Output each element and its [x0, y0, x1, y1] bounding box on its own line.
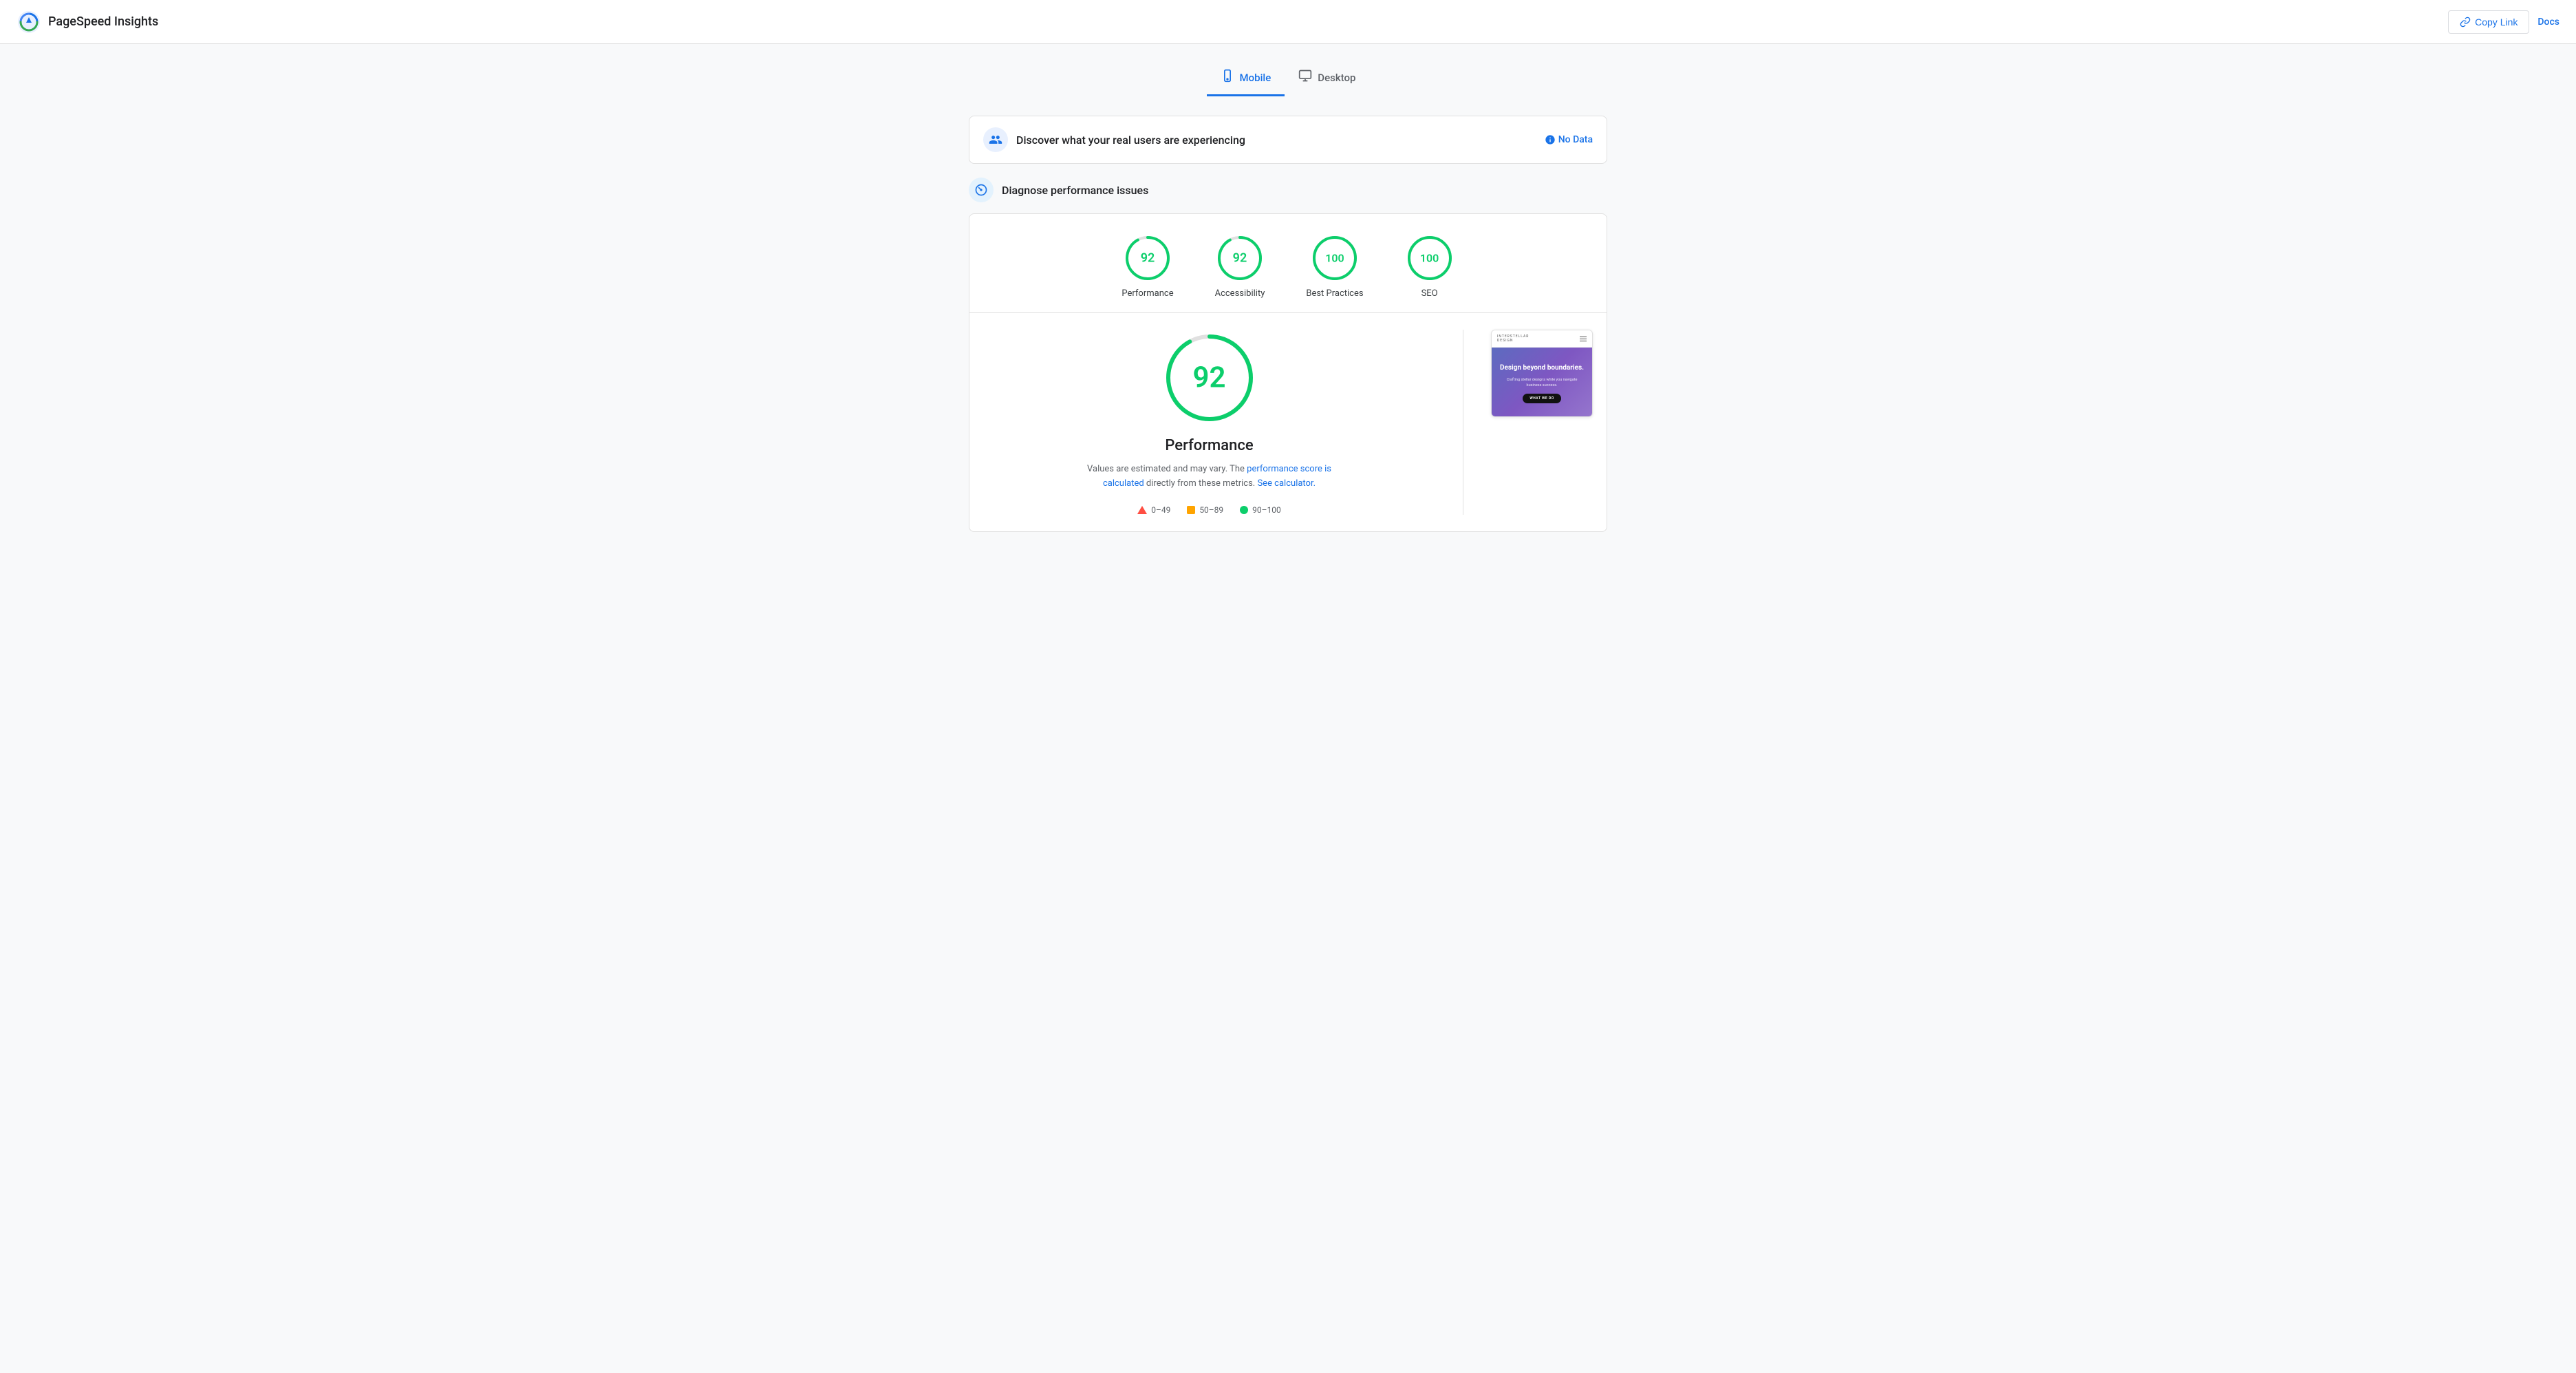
scores-row: 92 Performance 92 Accessibility 100 Best…: [969, 214, 1607, 313]
detail-description: Values are estimated and may vary. The p…: [1079, 462, 1340, 491]
real-users-section: Discover what your real users are experi…: [969, 116, 1607, 164]
diagnose-header: Diagnose performance issues: [969, 178, 1607, 202]
header-right: Copy Link Docs: [2448, 10, 2559, 34]
main-content: Mobile Desktop Discover what your real u…: [958, 44, 1618, 549]
best-practices-circle: 100: [1310, 233, 1360, 283]
hero-headline: Design beyond boundaries.: [1500, 363, 1584, 372]
legend-good: 90–100: [1240, 505, 1281, 515]
seo-label: SEO: [1421, 288, 1438, 299]
accessibility-score-value: 92: [1233, 251, 1247, 266]
gauge-icon: [974, 183, 988, 197]
best-practices-label: Best Practices: [1306, 288, 1363, 299]
score-accessibility[interactable]: 92 Accessibility: [1215, 233, 1265, 299]
big-score-value: 92: [1193, 361, 1226, 395]
diagnose-title: Diagnose performance issues: [1002, 184, 1148, 197]
score-seo[interactable]: 100 SEO: [1405, 233, 1455, 299]
seo-circle: 100: [1405, 233, 1455, 283]
best-practices-score-value: 100: [1325, 252, 1344, 265]
accessibility-circle: 92: [1215, 233, 1265, 283]
legend-good-icon: [1240, 506, 1248, 514]
real-users-left: Discover what your real users are experi…: [983, 127, 1245, 152]
legend-average: 50–89: [1187, 505, 1223, 515]
screenshot-hero: Design beyond boundaries. Crafting stell…: [1492, 348, 1592, 416]
users-icon: [989, 133, 1002, 147]
performance-label: Performance: [1121, 288, 1173, 299]
screenshot-logo: INTERSTELLAR DESIGN: [1497, 334, 1529, 343]
accessibility-label: Accessibility: [1215, 288, 1265, 299]
diagnose-icon-circle: [969, 178, 994, 202]
hero-cta-button[interactable]: WHAT WE DO: [1523, 394, 1560, 403]
legend-average-icon: [1187, 506, 1195, 514]
info-icon: [1545, 134, 1556, 145]
performance-score-value: 92: [1141, 251, 1155, 266]
seo-score-value: 100: [1420, 252, 1439, 265]
screenshot-header: INTERSTELLAR DESIGN: [1492, 330, 1592, 348]
big-score-circle: 92: [1161, 330, 1258, 426]
detail-section: 92 Performance Values are estimated and …: [969, 313, 1607, 531]
screenshot-area: INTERSTELLAR DESIGN Design beyond bounda…: [1491, 330, 1593, 417]
device-tabs: Mobile Desktop: [969, 61, 1607, 96]
score-performance[interactable]: 92 Performance: [1121, 233, 1173, 299]
mobile-icon: [1221, 69, 1234, 86]
no-data-link[interactable]: No Data: [1545, 134, 1593, 145]
desktop-icon: [1298, 69, 1312, 86]
performance-circle: 92: [1123, 233, 1172, 283]
legend-poor-icon: [1137, 506, 1147, 514]
calculator-link[interactable]: See calculator.: [1257, 478, 1316, 489]
pagespeed-logo-icon: [17, 10, 41, 34]
copy-link-button[interactable]: Copy Link: [2448, 10, 2529, 34]
scores-card: 92 Performance 92 Accessibility 100 Best…: [969, 213, 1607, 532]
hero-sub: Crafting stellar designs while you navig…: [1500, 378, 1584, 388]
header: PageSpeed Insights Copy Link Docs: [0, 0, 2576, 44]
score-best-practices[interactable]: 100 Best Practices: [1306, 233, 1363, 299]
hamburger-icon: [1580, 337, 1587, 341]
legend-row: 0–49 50–89 90–100: [1137, 505, 1281, 515]
tab-mobile[interactable]: Mobile: [1207, 61, 1285, 96]
screenshot-card: INTERSTELLAR DESIGN Design beyond bounda…: [1491, 330, 1593, 417]
docs-link[interactable]: Docs: [2537, 17, 2559, 28]
legend-poor: 0–49: [1137, 505, 1170, 515]
real-users-title: Discover what your real users are experi…: [1016, 134, 1245, 147]
header-left: PageSpeed Insights: [17, 10, 158, 34]
link-icon: [2460, 17, 2471, 28]
detail-title: Performance: [1165, 437, 1253, 454]
real-users-icon-circle: [983, 127, 1008, 152]
detail-left: 92 Performance Values are estimated and …: [983, 330, 1435, 515]
app-title: PageSpeed Insights: [48, 14, 158, 29]
tab-desktop[interactable]: Desktop: [1285, 61, 1369, 96]
